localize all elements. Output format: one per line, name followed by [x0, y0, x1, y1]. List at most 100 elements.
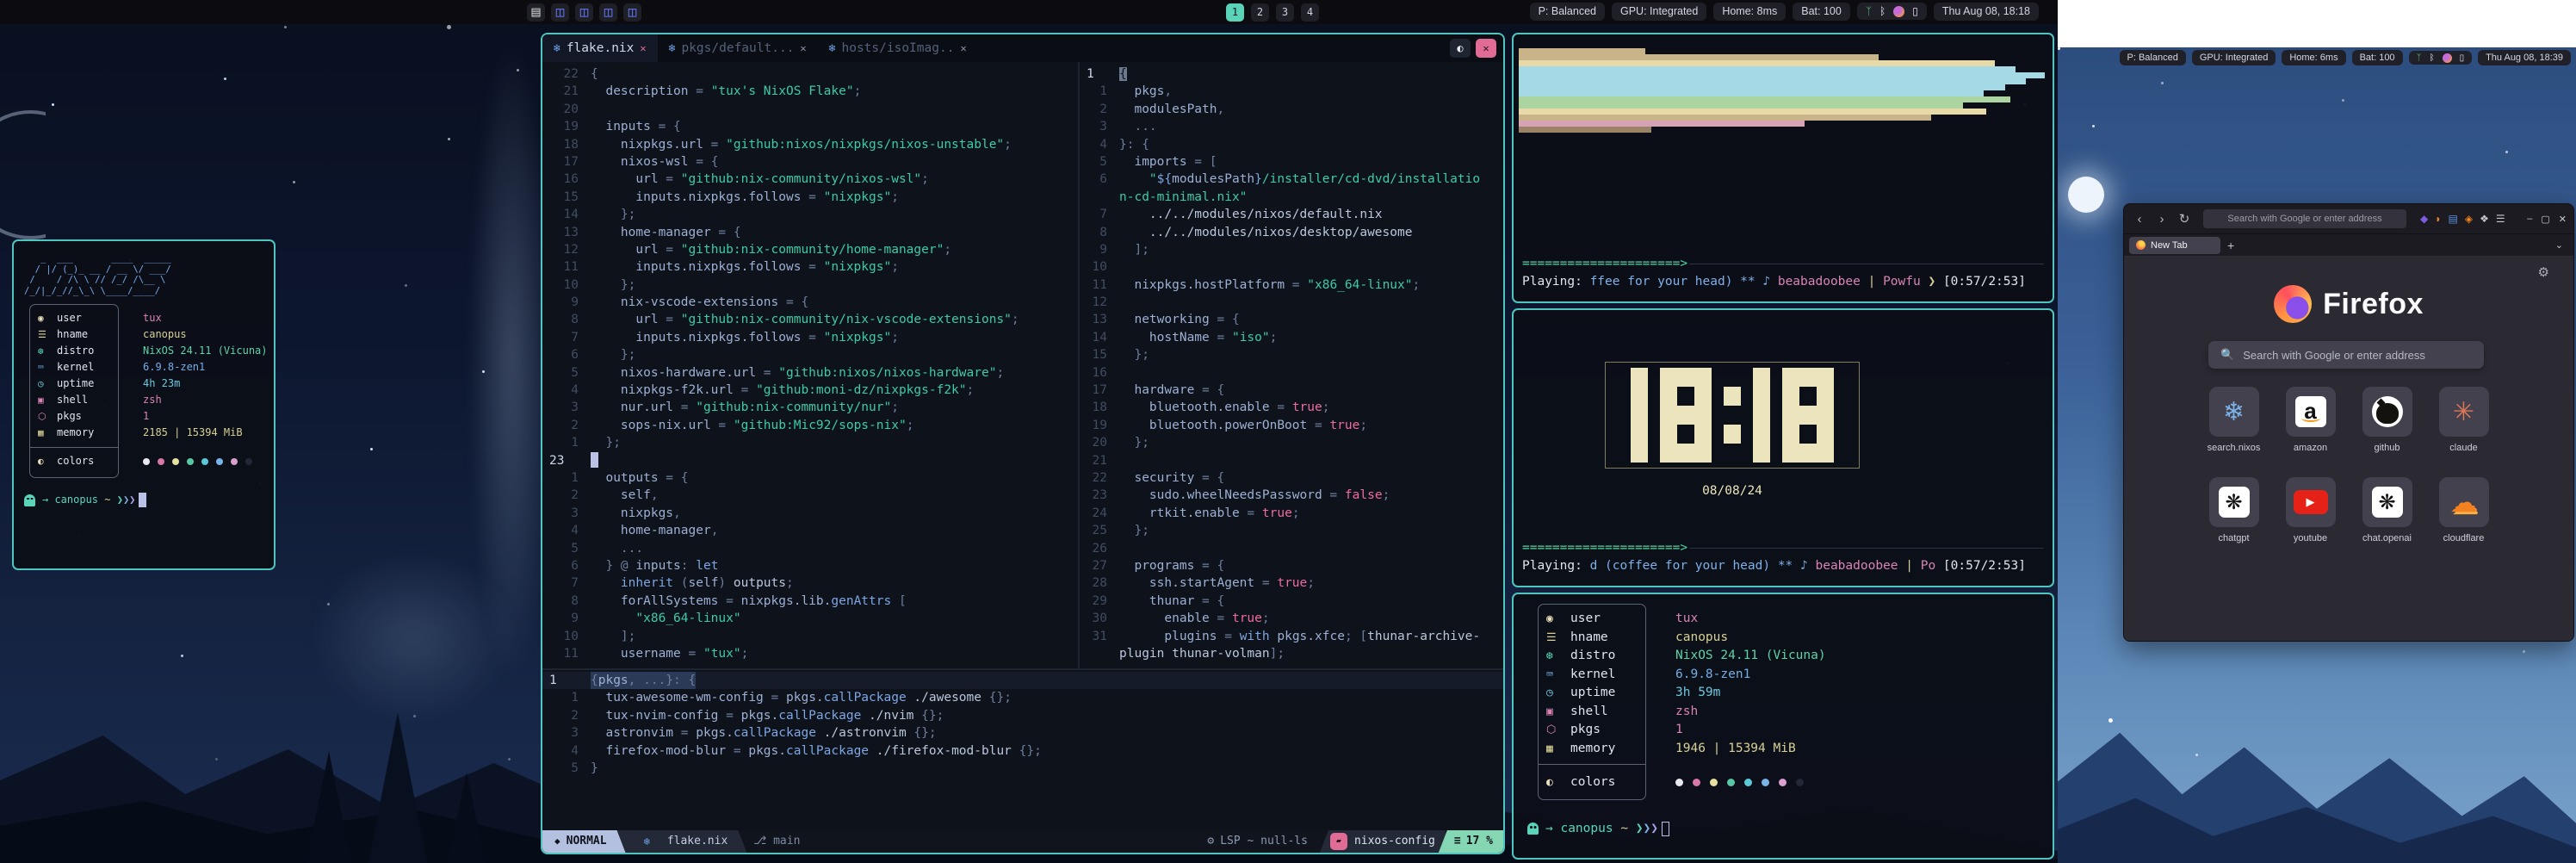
close-tab-icon[interactable]: ✕ — [960, 42, 966, 54]
tab-new-tab[interactable]: New Tab — [2129, 237, 2220, 254]
bar-widget: Home: 8ms — [1713, 3, 1786, 21]
menu-icon[interactable]: ☰ — [2496, 213, 2505, 225]
fastfetch-panel: ◉usertux☰hnamecanopus❆distroNixOS 24.11 … — [1546, 610, 2039, 792]
cava-bar — [1519, 90, 1984, 96]
extension-icon-blue[interactable]: ▤ — [2448, 213, 2457, 225]
bluetooth-icon[interactable]: ᛒ — [1879, 5, 1886, 17]
reload-button[interactable]: ↻ — [2176, 211, 2193, 227]
editor-line: 22 security = { — [1080, 469, 1503, 487]
editor-line: 15 inputs.nixpkgs.follows = "nixpkgs"; — [542, 189, 1078, 206]
close-tab-icon[interactable]: ✕ — [800, 42, 806, 54]
metamask-icon[interactable]: ◈ — [2465, 213, 2473, 225]
firefox-logo — [2274, 285, 2312, 323]
shortcut-github[interactable]: github — [2362, 387, 2412, 453]
cloudflare-icon: ☁ — [2450, 486, 2478, 518]
workspace-tag-3[interactable]: 3 — [1276, 3, 1294, 22]
media-icon[interactable] — [2443, 53, 2452, 63]
bar-icon-cluster: ᛉ ᛒ ▯ — [1857, 3, 1927, 20]
shortcut-chatgpt[interactable]: ❋chatgpt — [2209, 477, 2259, 543]
editor-line: 1{ — [1080, 65, 1503, 83]
phone-icon[interactable]: ▯ — [1912, 5, 1918, 17]
editor-line: 6 "${modulesPath}/installer/cd-dvd/insta… — [1080, 171, 1503, 188]
editor-line: 2 sops-nix.url = "github:Mic92/sops-nix"… — [542, 417, 1078, 434]
editor-line: 2 self, — [542, 487, 1078, 504]
editor-line: 9 nix-vscode-extensions = { — [542, 294, 1078, 311]
forward-button[interactable]: › — [2153, 212, 2170, 227]
workspace-tag-2[interactable]: 2 — [1251, 3, 1269, 22]
editor-line: 31 plugins = with pkgs.xfce; [thunar-arc… — [1080, 628, 1503, 645]
cava-bar — [1519, 84, 2005, 90]
editor-line: 1{pkgs, ...}: { — [542, 672, 1503, 689]
tasklist-app-icon[interactable]: ◫ — [599, 3, 617, 22]
editor-tab-hosts/isoImag..[interactable]: ❄hosts/isoImag..✕ — [818, 34, 978, 62]
terminal-cava: =====================> Playing: ffee for… — [1512, 33, 2054, 303]
editor-tab-pkgs/default...[interactable]: ❄pkgs/default...✕ — [658, 34, 818, 62]
editor-pane-pkgs[interactable]: 1{pkgs, ...}: {1 tux-awesome-wm-config =… — [542, 670, 1503, 830]
shortcut-youtube[interactable]: ▶youtube — [2286, 477, 2336, 543]
editor-line: 8 forAllSystems = nixpkgs.lib.genAttrs [ — [542, 593, 1078, 610]
workspace-tag-4[interactable]: 4 — [1301, 3, 1319, 22]
darkreader-icon[interactable]: ◗ — [2435, 213, 2441, 225]
bar-icon-cluster: ᛉ ᛒ ▯ — [2409, 51, 2473, 65]
editor-pane-flake[interactable]: 22{21 description = "tux's NixOS Flake";… — [542, 62, 1078, 668]
shell-prompt[interactable]: → canopus ~ ❯❯❯ — [24, 492, 263, 508]
wallpaper-crescent — [0, 110, 95, 239]
editor-tab-flake.nix[interactable]: ❄flake.nix✕ — [542, 34, 658, 62]
editor-line: 7 inherit (self) outputs; — [542, 574, 1078, 592]
audio-visualizer — [1519, 48, 2047, 133]
cava-bar — [1519, 78, 2026, 84]
clock-digit — [1753, 368, 1770, 463]
theme-toggle-button[interactable]: ◐ — [1450, 39, 1471, 58]
bluetooth-icon[interactable]: ᛒ — [2430, 53, 2435, 63]
media-icon[interactable] — [1893, 6, 1904, 17]
close-button[interactable]: ✕ — [2559, 214, 2567, 225]
minimize-button[interactable]: – — [2527, 214, 2532, 225]
scroll-progress: ≡ 17 % — [1439, 830, 1503, 853]
firefox-wordmark: Firefox — [2323, 288, 2424, 321]
phone-icon[interactable]: ▯ — [2460, 53, 2465, 63]
url-bar[interactable]: Search with Google or enter address — [2203, 209, 2406, 228]
personalize-gear-icon[interactable]: ⚙ — [2538, 264, 2549, 280]
editor-pane-iso[interactable]: 1{1 pkgs,2 modulesPath,3 ...4}: {5 impor… — [1080, 62, 1503, 668]
editor-line: 4 home-manager, — [542, 522, 1078, 539]
tasklist-app-icon[interactable]: ◫ — [623, 3, 641, 22]
terminal-fastfetch-left: _ ___ ____ _____ / |/ (_)_ __ / __ \/ __… — [12, 239, 276, 570]
editor-line: 5 nixos-hardware.url = "github:nixos/nix… — [542, 364, 1078, 382]
shortcut-cloudflare[interactable]: ☁cloudflare — [2439, 477, 2489, 543]
list-tabs-chevron[interactable]: ⌄ — [2555, 239, 2568, 251]
cava-bar — [1519, 54, 1879, 60]
tasklist-app-icon[interactable]: ◫ — [575, 3, 593, 22]
editor-line: 9 ]; — [1080, 241, 1503, 258]
close-buffer-button[interactable]: ✕ — [1476, 39, 1496, 58]
shortcut-chat.openai[interactable]: ❋chat.openai — [2362, 477, 2412, 543]
editor-line: 8 url = "github:nix-community/nix-vscode… — [542, 311, 1078, 328]
workspace-tag-1[interactable]: 1 — [1226, 3, 1244, 22]
extension-icon-purple[interactable]: ◆ — [2420, 213, 2428, 225]
shortcut-amazon[interactable]: aamazon — [2286, 387, 2336, 453]
editor-line: 13 networking = { — [1080, 311, 1503, 328]
neovim-window: ❄flake.nix✕❄pkgs/default...✕❄hosts/isoIm… — [541, 33, 1505, 854]
editor-line: 23 sudo.wheelNeedsPassword = false; — [1080, 487, 1503, 504]
back-button[interactable]: ‹ — [2131, 212, 2148, 227]
editor-line: 5 ... — [542, 540, 1078, 557]
nix-file-icon: ❄ — [669, 42, 676, 55]
tasklist-app-icon[interactable]: ◫ — [551, 3, 569, 22]
layout-indicator-icon[interactable]: ▤ — [527, 3, 545, 22]
editor-line: 11 inputs.nixpkgs.follows = "nixpkgs"; — [542, 258, 1078, 276]
network-icon[interactable]: ᛉ — [2417, 53, 2422, 63]
editor-line: 21 description = "tux's NixOS Flake"; — [542, 83, 1078, 100]
shell-prompt[interactable]: → canopus ~ ❯❯❯ — [1527, 820, 2039, 839]
close-tab-icon[interactable]: ✕ — [640, 42, 646, 54]
openai-icon: ❋ — [2219, 487, 2250, 518]
lines-icon: ≡ — [1454, 833, 1461, 850]
network-icon[interactable]: ᛉ — [1866, 5, 1872, 17]
extensions-puzzle-icon[interactable]: ❖ — [2480, 213, 2489, 225]
editor-line: 10 ]; — [542, 628, 1078, 645]
shortcut-search.nixos[interactable]: ❄search.nixos — [2209, 387, 2259, 453]
newtab-search-bar[interactable]: 🔍 Search with Google or enter address — [2208, 341, 2484, 369]
shortcut-claude[interactable]: ✳claude — [2439, 387, 2489, 453]
prompt-separator: =====================> — [1522, 539, 2044, 557]
new-tab-button[interactable]: + — [2227, 239, 2234, 252]
editor-line: 1 tux-awesome-wm-config = pkgs.callPacka… — [542, 689, 1503, 706]
maximize-button[interactable]: ▢ — [2541, 214, 2549, 225]
